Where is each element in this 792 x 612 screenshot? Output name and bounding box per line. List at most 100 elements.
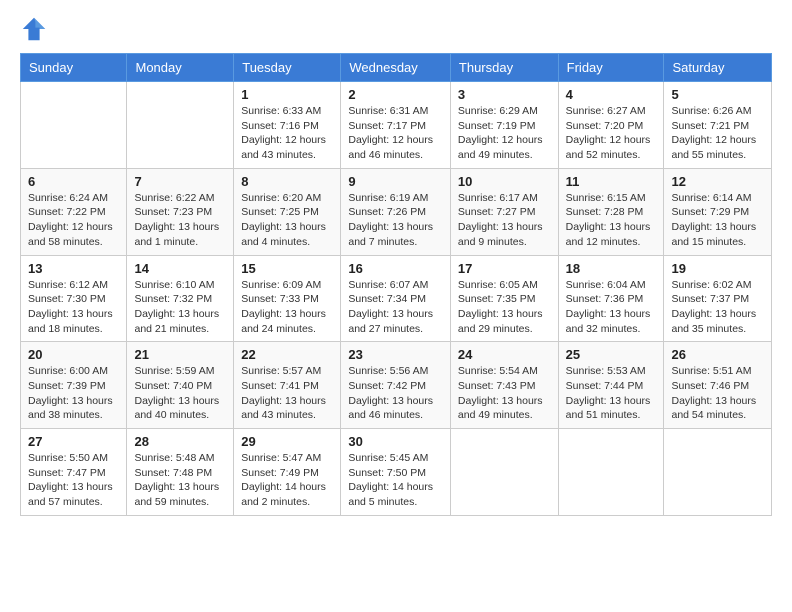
day-cell: 16 Sunrise: 6:07 AM Sunset: 7:34 PM Dayli… (341, 255, 451, 342)
day-cell (450, 429, 558, 516)
day-info: Sunrise: 6:05 AM Sunset: 7:35 PM Dayligh… (458, 278, 551, 337)
week-row-4: 20 Sunrise: 6:00 AM Sunset: 7:39 PM Dayli… (21, 342, 772, 429)
day-info: Sunrise: 6:02 AM Sunset: 7:37 PM Dayligh… (671, 278, 764, 337)
day-cell: 17 Sunrise: 6:05 AM Sunset: 7:35 PM Dayli… (450, 255, 558, 342)
day-number: 6 (28, 174, 119, 189)
day-info: Sunrise: 5:54 AM Sunset: 7:43 PM Dayligh… (458, 364, 551, 423)
header (20, 15, 772, 43)
day-info: Sunrise: 5:45 AM Sunset: 7:50 PM Dayligh… (348, 451, 443, 510)
day-number: 7 (134, 174, 226, 189)
day-cell: 4 Sunrise: 6:27 AM Sunset: 7:20 PM Daylig… (558, 82, 664, 169)
day-number: 9 (348, 174, 443, 189)
day-info: Sunrise: 5:50 AM Sunset: 7:47 PM Dayligh… (28, 451, 119, 510)
day-cell: 29 Sunrise: 5:47 AM Sunset: 7:49 PM Dayli… (234, 429, 341, 516)
day-cell: 6 Sunrise: 6:24 AM Sunset: 7:22 PM Daylig… (21, 168, 127, 255)
day-cell: 22 Sunrise: 5:57 AM Sunset: 7:41 PM Dayli… (234, 342, 341, 429)
day-info: Sunrise: 6:14 AM Sunset: 7:29 PM Dayligh… (671, 191, 764, 250)
day-cell: 20 Sunrise: 6:00 AM Sunset: 7:39 PM Dayli… (21, 342, 127, 429)
day-cell: 26 Sunrise: 5:51 AM Sunset: 7:46 PM Dayli… (664, 342, 772, 429)
day-number: 18 (566, 261, 657, 276)
day-number: 25 (566, 347, 657, 362)
day-info: Sunrise: 6:24 AM Sunset: 7:22 PM Dayligh… (28, 191, 119, 250)
day-number: 5 (671, 87, 764, 102)
day-info: Sunrise: 5:53 AM Sunset: 7:44 PM Dayligh… (566, 364, 657, 423)
day-number: 17 (458, 261, 551, 276)
week-row-2: 6 Sunrise: 6:24 AM Sunset: 7:22 PM Daylig… (21, 168, 772, 255)
day-info: Sunrise: 5:56 AM Sunset: 7:42 PM Dayligh… (348, 364, 443, 423)
day-info: Sunrise: 6:29 AM Sunset: 7:19 PM Dayligh… (458, 104, 551, 163)
day-cell: 15 Sunrise: 6:09 AM Sunset: 7:33 PM Dayli… (234, 255, 341, 342)
day-number: 16 (348, 261, 443, 276)
day-info: Sunrise: 5:51 AM Sunset: 7:46 PM Dayligh… (671, 364, 764, 423)
day-number: 3 (458, 87, 551, 102)
day-cell: 25 Sunrise: 5:53 AM Sunset: 7:44 PM Dayli… (558, 342, 664, 429)
day-number: 13 (28, 261, 119, 276)
day-number: 11 (566, 174, 657, 189)
day-info: Sunrise: 6:26 AM Sunset: 7:21 PM Dayligh… (671, 104, 764, 163)
day-number: 23 (348, 347, 443, 362)
day-number: 15 (241, 261, 333, 276)
day-number: 26 (671, 347, 764, 362)
day-info: Sunrise: 6:04 AM Sunset: 7:36 PM Dayligh… (566, 278, 657, 337)
day-info: Sunrise: 5:57 AM Sunset: 7:41 PM Dayligh… (241, 364, 333, 423)
day-number: 8 (241, 174, 333, 189)
day-number: 10 (458, 174, 551, 189)
day-info: Sunrise: 5:48 AM Sunset: 7:48 PM Dayligh… (134, 451, 226, 510)
day-cell: 30 Sunrise: 5:45 AM Sunset: 7:50 PM Dayli… (341, 429, 451, 516)
day-cell (127, 82, 234, 169)
day-number: 22 (241, 347, 333, 362)
day-cell: 9Sunrise: 6:19 AM Sunset: 7:26 PM Daylig… (341, 168, 451, 255)
day-cell: 12 Sunrise: 6:14 AM Sunset: 7:29 PM Dayli… (664, 168, 772, 255)
day-info: Sunrise: 6:27 AM Sunset: 7:20 PM Dayligh… (566, 104, 657, 163)
day-number: 20 (28, 347, 119, 362)
week-row-1: 1 Sunrise: 6:33 AM Sunset: 7:16 PM Daylig… (21, 82, 772, 169)
day-info: Sunrise: 6:12 AM Sunset: 7:30 PM Dayligh… (28, 278, 119, 337)
day-cell: 13 Sunrise: 6:12 AM Sunset: 7:30 PM Dayli… (21, 255, 127, 342)
day-number: 19 (671, 261, 764, 276)
day-number: 29 (241, 434, 333, 449)
weekday-header-sunday: Sunday (21, 54, 127, 82)
day-cell: 3 Sunrise: 6:29 AM Sunset: 7:19 PM Daylig… (450, 82, 558, 169)
day-info: Sunrise: 5:47 AM Sunset: 7:49 PM Dayligh… (241, 451, 333, 510)
week-row-3: 13 Sunrise: 6:12 AM Sunset: 7:30 PM Dayli… (21, 255, 772, 342)
weekday-header-monday: Monday (127, 54, 234, 82)
day-cell: 2Sunrise: 6:31 AM Sunset: 7:17 PM Daylig… (341, 82, 451, 169)
day-cell: 24Sunrise: 5:54 AM Sunset: 7:43 PM Dayli… (450, 342, 558, 429)
weekday-header-friday: Friday (558, 54, 664, 82)
day-info: Sunrise: 6:33 AM Sunset: 7:16 PM Dayligh… (241, 104, 333, 163)
day-cell: 27Sunrise: 5:50 AM Sunset: 7:47 PM Dayli… (21, 429, 127, 516)
week-row-5: 27Sunrise: 5:50 AM Sunset: 7:47 PM Dayli… (21, 429, 772, 516)
day-number: 30 (348, 434, 443, 449)
day-number: 14 (134, 261, 226, 276)
day-cell: 19 Sunrise: 6:02 AM Sunset: 7:37 PM Dayli… (664, 255, 772, 342)
day-info: Sunrise: 6:22 AM Sunset: 7:23 PM Dayligh… (134, 191, 226, 250)
day-info: Sunrise: 6:07 AM Sunset: 7:34 PM Dayligh… (348, 278, 443, 337)
day-info: Sunrise: 6:15 AM Sunset: 7:28 PM Dayligh… (566, 191, 657, 250)
day-cell (664, 429, 772, 516)
logo-icon (20, 15, 48, 43)
day-cell: 14 Sunrise: 6:10 AM Sunset: 7:32 PM Dayli… (127, 255, 234, 342)
day-info: Sunrise: 6:00 AM Sunset: 7:39 PM Dayligh… (28, 364, 119, 423)
day-number: 2 (348, 87, 443, 102)
day-info: Sunrise: 6:09 AM Sunset: 7:33 PM Dayligh… (241, 278, 333, 337)
day-cell (21, 82, 127, 169)
day-cell: 8 Sunrise: 6:20 AM Sunset: 7:25 PM Daylig… (234, 168, 341, 255)
day-cell: 28Sunrise: 5:48 AM Sunset: 7:48 PM Dayli… (127, 429, 234, 516)
day-cell: 7 Sunrise: 6:22 AM Sunset: 7:23 PM Daylig… (127, 168, 234, 255)
day-number: 12 (671, 174, 764, 189)
page: SundayMondayTuesdayWednesdayThursdayFrid… (0, 0, 792, 531)
day-number: 21 (134, 347, 226, 362)
day-info: Sunrise: 5:59 AM Sunset: 7:40 PM Dayligh… (134, 364, 226, 423)
day-cell: 10 Sunrise: 6:17 AM Sunset: 7:27 PM Dayli… (450, 168, 558, 255)
weekday-header-saturday: Saturday (664, 54, 772, 82)
day-cell: 23 Sunrise: 5:56 AM Sunset: 7:42 PM Dayli… (341, 342, 451, 429)
day-number: 4 (566, 87, 657, 102)
day-cell: 11 Sunrise: 6:15 AM Sunset: 7:28 PM Dayli… (558, 168, 664, 255)
day-info: Sunrise: 6:10 AM Sunset: 7:32 PM Dayligh… (134, 278, 226, 337)
day-cell: 5 Sunrise: 6:26 AM Sunset: 7:21 PM Daylig… (664, 82, 772, 169)
day-info: Sunrise: 6:17 AM Sunset: 7:27 PM Dayligh… (458, 191, 551, 250)
day-number: 1 (241, 87, 333, 102)
day-info: Sunrise: 6:20 AM Sunset: 7:25 PM Dayligh… (241, 191, 333, 250)
weekday-header-tuesday: Tuesday (234, 54, 341, 82)
day-cell: 1 Sunrise: 6:33 AM Sunset: 7:16 PM Daylig… (234, 82, 341, 169)
